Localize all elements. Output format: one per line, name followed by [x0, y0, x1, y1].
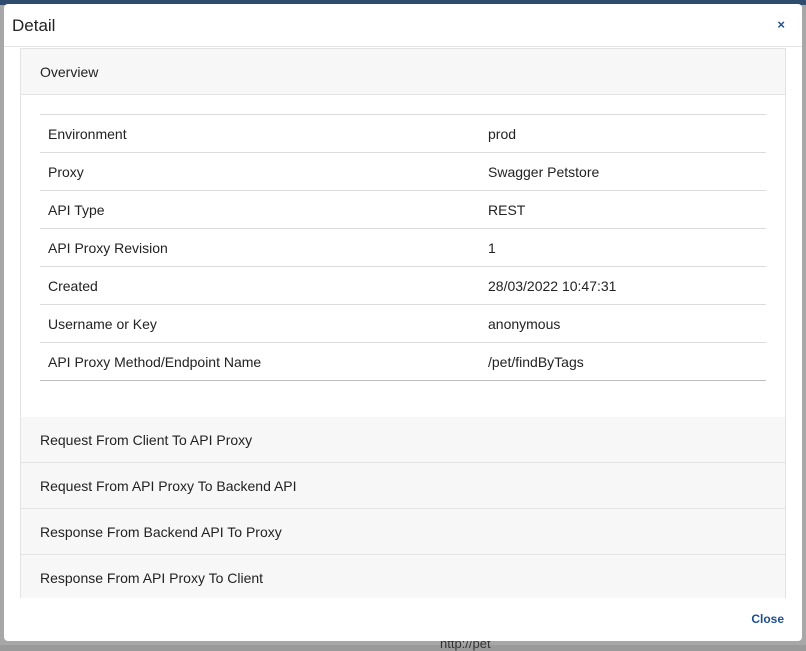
- row-value: anonymous: [480, 304, 766, 343]
- row-key: API Type: [40, 190, 480, 229]
- modal-header: Detail ×: [4, 4, 802, 47]
- row-key: Environment: [40, 114, 480, 153]
- close-button[interactable]: Close: [751, 612, 784, 626]
- table-row: Proxy Swagger Petstore: [40, 152, 766, 191]
- row-value: prod: [480, 114, 766, 153]
- panel-heading-label: Response From Backend API To Proxy: [40, 523, 282, 540]
- overview-table: Environment prod Proxy Swagger Petstore …: [40, 114, 766, 381]
- panel-heading-label: Request From API Proxy To Backend API: [40, 477, 297, 494]
- table-row: API Type REST: [40, 190, 766, 229]
- table-row: Username or Key anonymous: [40, 304, 766, 343]
- overview-panel: Overview Environment prod Proxy Swagger …: [20, 48, 786, 598]
- row-key: Username or Key: [40, 304, 480, 343]
- panel-heading-label: Overview: [40, 63, 99, 80]
- row-value: 1: [480, 228, 766, 267]
- row-value: /pet/findByTags: [480, 342, 766, 381]
- modal-body: Overview Environment prod Proxy Swagger …: [20, 48, 786, 598]
- overview-panel-heading[interactable]: Overview: [21, 49, 785, 95]
- overview-panel-body: Environment prod Proxy Swagger Petstore …: [21, 95, 785, 417]
- row-key: API Proxy Revision: [40, 228, 480, 267]
- section-request-proxy-to-backend[interactable]: Request From API Proxy To Backend API: [21, 463, 785, 509]
- row-key: API Proxy Method/Endpoint Name: [40, 342, 480, 381]
- panel-heading-label: Response From API Proxy To Client: [40, 569, 264, 586]
- modal-title: Detail: [12, 16, 56, 35]
- close-icon[interactable]: ×: [777, 17, 785, 33]
- row-value: Swagger Petstore: [480, 152, 766, 191]
- section-request-client-to-proxy[interactable]: Request From Client To API Proxy: [21, 417, 785, 463]
- table-row: Created 28/03/2022 10:47:31: [40, 266, 766, 305]
- section-response-backend-to-proxy[interactable]: Response From Backend API To Proxy: [21, 509, 785, 555]
- table-row: API Proxy Method/Endpoint Name /pet/find…: [40, 342, 766, 381]
- table-row: Environment prod: [40, 114, 766, 153]
- section-response-proxy-to-client[interactable]: Response From API Proxy To Client: [21, 555, 785, 598]
- row-value: 28/03/2022 10:47:31: [480, 266, 766, 305]
- table-row: API Proxy Revision 1: [40, 228, 766, 267]
- row-key: Created: [40, 266, 480, 305]
- modal-footer: Close: [4, 598, 802, 641]
- row-value: REST: [480, 190, 766, 229]
- detail-modal: Detail × Overview Environment prod Proxy: [4, 4, 802, 641]
- row-key: Proxy: [40, 152, 480, 191]
- panel-heading-label: Request From Client To API Proxy: [40, 431, 253, 448]
